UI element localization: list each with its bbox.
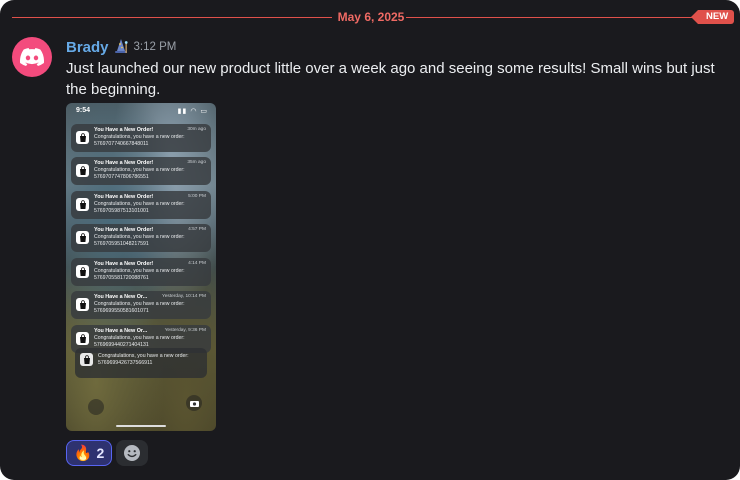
shop-bag-icon — [76, 198, 89, 211]
notification-card: You Have a New Or... Yesterday, 10:14 PM C… — [71, 291, 211, 319]
notification-time: 4:57 PM — [188, 227, 206, 232]
notification-title: You Have a New Or... — [94, 328, 148, 334]
chat-panel: May 6, 2025 NEW Brady 3:12 PM Just launc… — [0, 0, 740, 480]
username[interactable]: Brady — [66, 39, 109, 56]
notification-line1: Congratulations, you have a new order: — [94, 268, 185, 274]
notification-time: Yesterday, 10:14 PM — [162, 294, 206, 299]
divider-line-left — [12, 17, 332, 18]
notification-line1: Congratulations, you have a new order: — [94, 134, 185, 140]
add-reaction-button[interactable] — [116, 440, 148, 466]
notification-card: You Have a New Order! 4:14 PM Congratulati… — [71, 258, 211, 286]
notification-body: Congratulations, you have a new order: 57… — [94, 301, 185, 314]
shop-bag-icon — [76, 164, 89, 177]
notification-title: You Have a New Order! — [94, 127, 154, 133]
divider-date: May 6, 2025 — [337, 10, 405, 24]
notification-order-id: 5769707740667848011 — [94, 140, 149, 147]
wizard-badge-icon[interactable] — [112, 38, 130, 56]
reaction-count: 2 — [96, 445, 105, 461]
notification-order-id: 5769705951048217591 — [94, 240, 149, 247]
divider-line-right — [406, 17, 698, 18]
notification-time: 30m ago — [187, 127, 206, 132]
notification-body: Congratulations, you have a new order: 57… — [98, 353, 189, 366]
reaction-fire[interactable]: 🔥 2 — [66, 440, 112, 466]
notification-body: Congratulations, you have a new order: 57… — [94, 201, 185, 214]
notification-line1: Congratulations, you have a new order: — [94, 167, 185, 173]
notification-card: You Have a New Order! 4:57 PM Congratulati… — [71, 224, 211, 252]
home-indicator — [116, 425, 166, 427]
notification-title: You Have a New Order! — [94, 194, 154, 200]
notification-card: You Have a New Order! 30m ago Congratulati… — [71, 124, 211, 152]
message-header: Brady 3:12 PM — [66, 37, 176, 57]
notification-card: You Have a New Order! 5:00 PM Congratulati… — [71, 191, 211, 219]
notification-line1: Congratulations, you have a new order: — [94, 301, 185, 307]
notification-body: Congratulations, you have a new order: 57… — [94, 234, 185, 247]
notification-time: Yesterday, 9:36 PM — [164, 328, 206, 333]
notification-title: You Have a New Order! — [94, 261, 154, 267]
smiley-icon — [124, 445, 140, 461]
notification-time: 5:00 PM — [188, 194, 206, 199]
date-divider: May 6, 2025 NEW — [0, 9, 740, 25]
notification-order-id: 5769699550581601071 — [94, 307, 149, 314]
notification-line1: Congratulations, you have a new order: — [94, 201, 185, 207]
notification-time: 4:14 PM — [188, 261, 206, 266]
new-messages-badge: NEW — [690, 10, 735, 24]
discord-logo-icon — [20, 48, 44, 66]
message-timestamp[interactable]: 3:12 PM — [134, 41, 177, 53]
message-text: Just launched our new product little ove… — [66, 60, 715, 98]
shop-bag-icon — [76, 298, 89, 311]
notification-line1: Congratulations, you have a new order: — [94, 335, 185, 341]
shop-bag-icon — [76, 131, 89, 144]
attachment-image[interactable]: 9:54 ▮▮ ◠ ▭ You Have a New Order! 30m ago… — [66, 103, 216, 431]
shop-bag-icon — [76, 265, 89, 278]
camera-icon — [186, 395, 202, 411]
shop-bag-icon — [76, 231, 89, 244]
notification-body: Congratulations, you have a new order: 57… — [94, 268, 185, 281]
notification-title: You Have a New Or... — [94, 294, 148, 300]
notification-order-id: 5769705581720088761 — [94, 274, 149, 281]
notification-body: Congratulations, you have a new order: 57… — [94, 167, 185, 180]
notification-body: Congratulations, you have a new order: 57… — [94, 335, 185, 348]
flashlight-icon — [88, 399, 104, 415]
notification-card: Congratulations, you have a new order: 57… — [75, 348, 207, 378]
notification-line1: Congratulations, you have a new order: — [98, 353, 189, 359]
notification-order-id: 5769699426737566911 — [98, 359, 153, 366]
phone-status-icons: ▮▮ ◠ ▭ — [177, 108, 208, 115]
shop-bag-icon — [76, 332, 89, 345]
notification-title: You Have a New Order! — [94, 160, 154, 166]
avatar[interactable] — [12, 37, 52, 77]
fire-emoji-icon: 🔥 — [73, 445, 93, 462]
notification-card: You Have a New Order! 35m ago Congratulati… — [71, 157, 211, 185]
notification-order-id: 5769707747806786551 — [94, 173, 149, 180]
notification-title: You Have a New Order! — [94, 227, 154, 233]
notification-line1: Congratulations, you have a new order: — [94, 234, 185, 240]
notification-body: Congratulations, you have a new order: 57… — [94, 134, 185, 147]
notification-time: 35m ago — [187, 160, 206, 165]
phone-status-time: 9:54 — [76, 107, 91, 114]
shop-bag-icon — [80, 353, 93, 366]
notification-order-id: 5769705987513101001 — [94, 207, 149, 214]
